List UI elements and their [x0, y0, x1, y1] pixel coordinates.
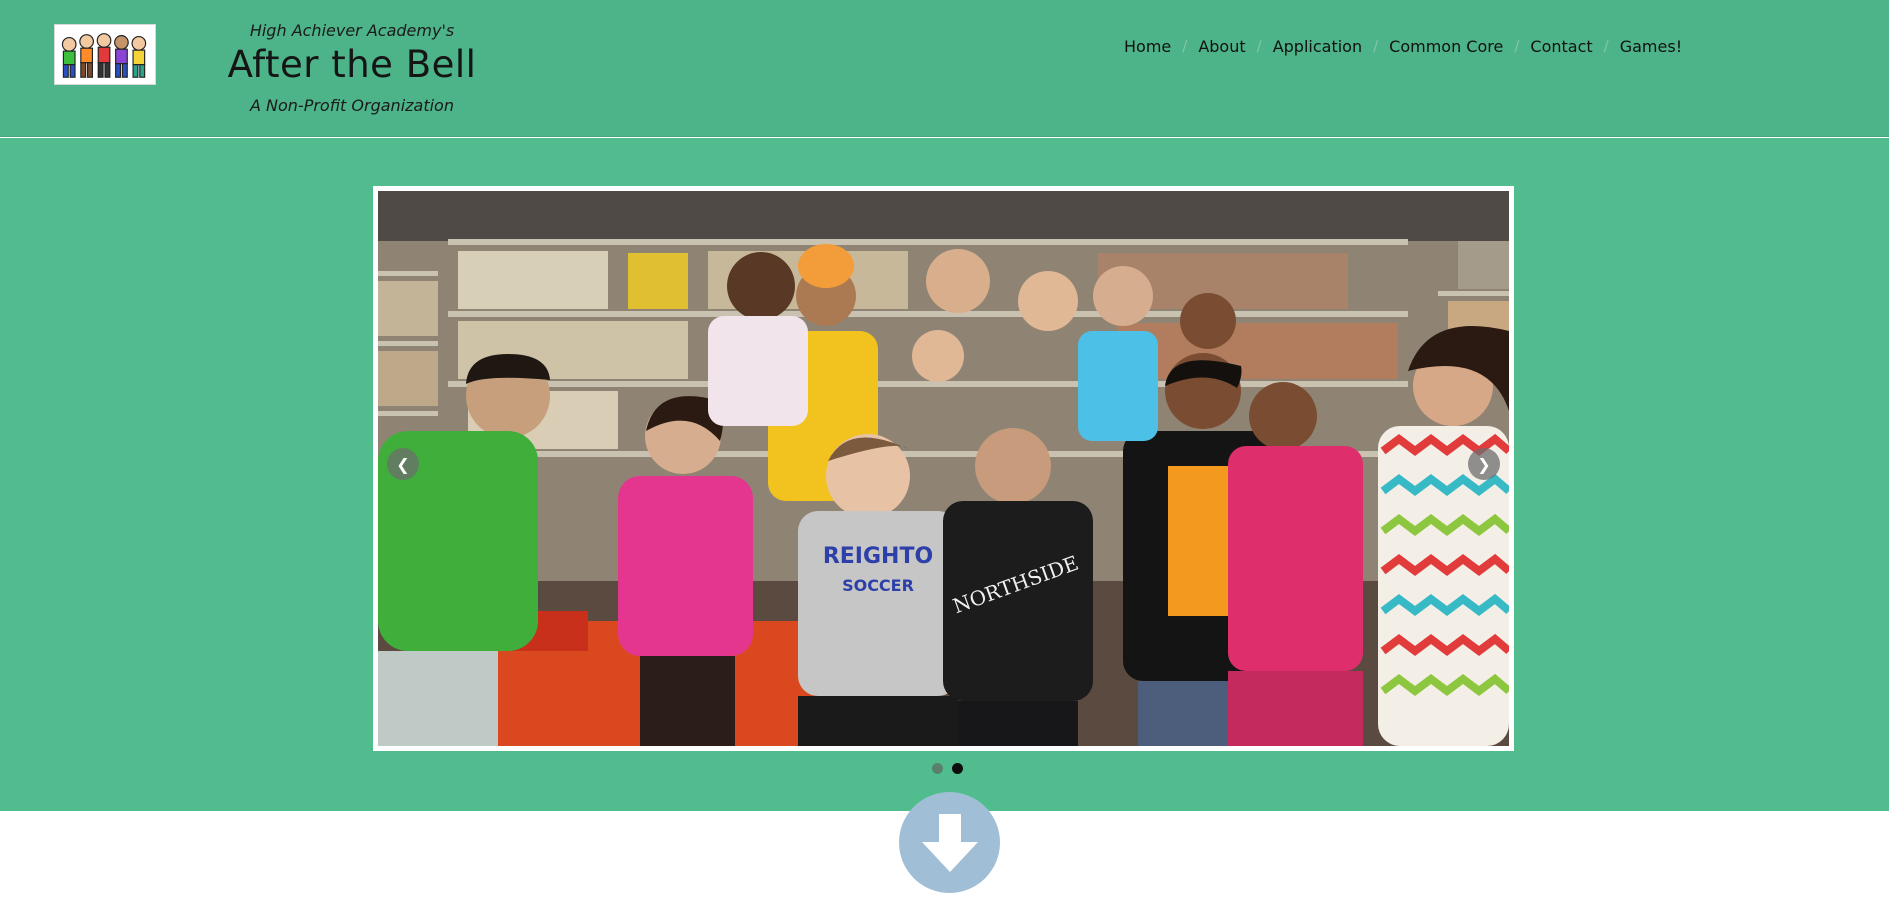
svg-text:REIGHTO: REIGHTO [823, 544, 933, 569]
nav-separator: / [1182, 37, 1188, 55]
nav-separator: / [1373, 37, 1379, 55]
nav-separator: / [1603, 37, 1609, 55]
brand-tagline-top: High Achiever Academy's [249, 21, 455, 40]
carousel-dot-2[interactable] [952, 763, 963, 774]
site-logo[interactable] [54, 24, 156, 85]
hero-section: REIGHTO SOCCER NORTHSIDE ❮ ❯ [0, 138, 1889, 811]
carousel-prev-button[interactable]: ❮ [387, 448, 419, 480]
nav-common-core-link[interactable]: Common Core [1389, 37, 1503, 56]
arrow-down-icon [921, 813, 978, 872]
children-group-logo-icon [55, 25, 155, 84]
nav-home-link[interactable]: Home [1124, 37, 1171, 56]
nav-separator: / [1256, 37, 1262, 55]
nav-games-link[interactable]: Games! [1620, 37, 1682, 56]
brand-tagline-bottom: A Non-Profit Organization [250, 96, 454, 115]
site-header: High Achiever Academy's After the Bell A… [0, 0, 1889, 137]
scroll-down-button[interactable] [899, 792, 1000, 893]
main-navigation: Home / About / Application / Common Core… [1124, 35, 1682, 57]
svg-text:SOCCER: SOCCER [842, 576, 914, 595]
nav-separator: / [1514, 37, 1520, 55]
carousel-dot-1[interactable] [932, 763, 943, 774]
nav-contact-link[interactable]: Contact [1530, 37, 1592, 56]
carousel-slide-image: REIGHTO SOCCER NORTHSIDE [378, 191, 1509, 746]
nav-about-link[interactable]: About [1198, 37, 1245, 56]
carousel-indicators [932, 763, 963, 774]
carousel-next-button[interactable]: ❯ [1468, 448, 1500, 480]
image-carousel: REIGHTO SOCCER NORTHSIDE ❮ ❯ [373, 186, 1514, 751]
group-of-children-in-library-photo: REIGHTO SOCCER NORTHSIDE [378, 191, 1509, 746]
chevron-left-icon: ❮ [396, 454, 410, 474]
site-title[interactable]: After the Bell [202, 43, 502, 86]
nav-application-link[interactable]: Application [1273, 37, 1362, 56]
chevron-right-icon: ❯ [1477, 454, 1491, 474]
